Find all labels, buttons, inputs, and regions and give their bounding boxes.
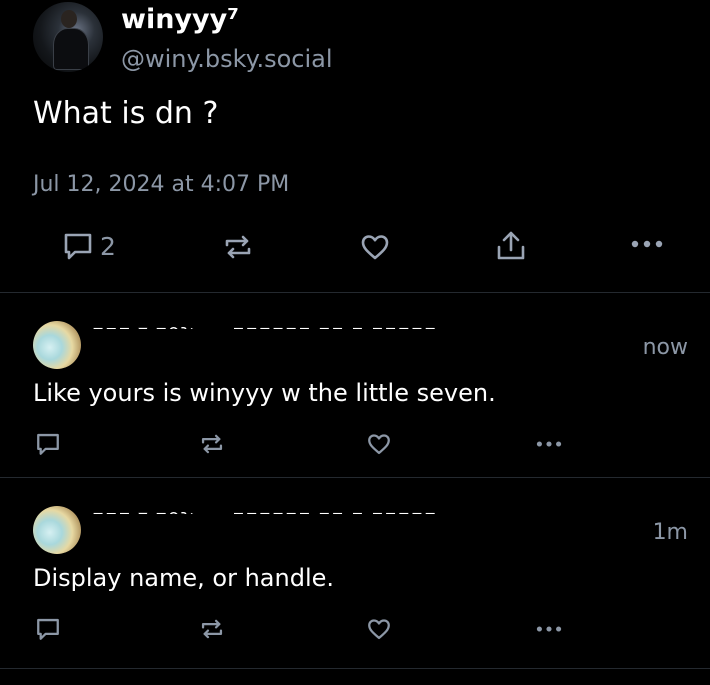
reply-author-name[interactable]: ▪▫▪ ▾ ▪ɘɿ▸ ▬ ▪▪▪▪▪▪ ▪▪ ▪ ▪▪▪▪▪ (92, 506, 437, 514)
repost-arrows-icon (199, 431, 225, 457)
reply-button[interactable] (35, 616, 61, 642)
thread-view: winyyy⁷ @winy.bsky.social What is dn ? J… (0, 0, 710, 685)
reply-count: 2 (100, 231, 116, 261)
divider (0, 668, 710, 669)
more-options-button[interactable] (630, 239, 664, 249)
repost-button[interactable] (222, 231, 254, 263)
post-text: What is dn ? (33, 96, 219, 131)
reply-text: Display name, or handle. (33, 564, 335, 592)
speech-bubble-icon (62, 230, 94, 262)
more-dots-icon (533, 625, 565, 633)
author-avatar[interactable] (33, 2, 103, 72)
heart-icon (366, 431, 392, 457)
repost-button[interactable] (199, 431, 225, 457)
post-header: winyyy⁷ @winy.bsky.social (33, 0, 693, 78)
reply-age: now (642, 335, 688, 360)
post-action-bar: 2 (0, 224, 710, 270)
repost-arrows-icon (222, 231, 254, 263)
reply-item[interactable]: ▪▫▪ ▾ ▪ɘɿ▸ ▬ ▪▪▪▪▪▪ ▪▪ ▪ ▪▪▪▪▪ now Like … (0, 293, 710, 478)
reply-age: 1m (652, 520, 688, 545)
reply-action-bar (0, 429, 710, 461)
reply-button[interactable]: 2 (62, 230, 116, 262)
like-button[interactable] (366, 616, 392, 642)
reply-button[interactable] (35, 431, 61, 457)
more-options-button[interactable] (533, 625, 565, 633)
reply-author-name[interactable]: ▪▫▪ ▾ ▪ɘɿ▸ ▬ ▪▪▪▪▪▪ ▪▪ ▪ ▪▪▪▪▪ (92, 321, 437, 329)
repost-arrows-icon (199, 616, 225, 642)
reply-text: Like yours is winyyy w the little seven. (33, 379, 496, 407)
share-icon (495, 229, 527, 263)
more-dots-icon (533, 440, 565, 448)
author-handle[interactable]: @winy.bsky.social (121, 45, 333, 73)
speech-bubble-icon (35, 431, 61, 457)
heart-icon (366, 616, 392, 642)
reply-author-avatar[interactable] (33, 321, 81, 369)
more-options-button[interactable] (533, 440, 565, 448)
share-button[interactable] (495, 229, 527, 263)
reply-action-bar (0, 614, 710, 646)
like-button[interactable] (359, 231, 391, 263)
speech-bubble-icon (35, 616, 61, 642)
like-button[interactable] (366, 431, 392, 457)
repost-button[interactable] (199, 616, 225, 642)
reply-author-avatar[interactable] (33, 506, 81, 554)
heart-icon (359, 231, 391, 263)
reply-item[interactable]: ▪▫▪ ▾ ▪ɘɿ▸ ▬ ▪▪▪▪▪▪ ▪▪ ▪ ▪▪▪▪▪ 1m Displa… (0, 478, 710, 663)
author-display-name[interactable]: winyyy⁷ (121, 4, 239, 35)
more-dots-icon (630, 239, 664, 249)
post-timestamp: Jul 12, 2024 at 4:07 PM (33, 172, 290, 197)
